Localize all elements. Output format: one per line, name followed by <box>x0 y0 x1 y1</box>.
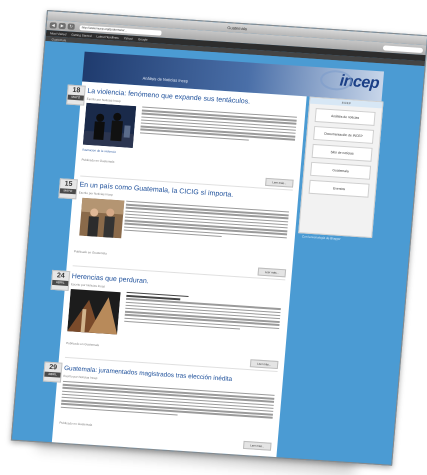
read-more-button[interactable]: Leer más... <box>249 359 279 370</box>
post-photo-icon <box>82 102 137 148</box>
bookmark-yahoo[interactable]: Yahoo! <box>124 36 134 41</box>
post-title[interactable]: La violencia: fenómeno que expande sus t… <box>87 88 250 106</box>
photo-caption[interactable]: Ilustración de la violencia <box>82 148 116 154</box>
post-photo-icon <box>79 197 125 239</box>
read-more-button[interactable]: Leer más... <box>257 267 287 278</box>
sidebar-item-documentacion[interactable]: Documentación de INCEP <box>313 125 375 144</box>
search-box[interactable] <box>382 44 424 53</box>
browser-window: Guatemala ◀ ▶ ↻ http://www.incep.org/gua… <box>10 10 427 466</box>
sidebar-item-guatemala[interactable]: Guatemala <box>310 161 372 180</box>
post-month: MAYO <box>67 94 84 101</box>
post-date-badge: 18 MAYO <box>66 84 86 106</box>
back-button[interactable]: ◀ <box>49 22 57 29</box>
read-more-button[interactable]: Leer más... <box>265 177 294 188</box>
post-excerpt <box>124 291 281 334</box>
window-title: Guatemala <box>227 25 248 32</box>
sidebar-item-analisis[interactable]: Análisis de noticias <box>314 108 376 126</box>
post-excerpt <box>123 200 289 244</box>
post-footer: Publicado en Guatemala <box>73 249 107 256</box>
post-photo-icon <box>67 288 121 335</box>
blog-post: 24 ABRIL Herencias que perduran. Escrito… <box>50 269 291 376</box>
blog-post: 15 MAYO En un país como Guatemala, la CI… <box>58 178 298 284</box>
post-footer: Publicado en Guatemala <box>81 157 115 164</box>
post-excerpt <box>60 380 275 424</box>
post-date-badge: 15 MAYO <box>58 178 78 200</box>
post-meta: Escrito por Noticias Incep <box>63 373 98 381</box>
read-more-button[interactable]: Leer más... <box>242 440 272 451</box>
post-meta: Escrito por Noticias Incep <box>86 96 121 104</box>
screenshot-scene: Guatemala ◀ ▶ ↻ http://www.incep.org/gua… <box>0 0 427 475</box>
post-month: MAYO <box>59 188 77 195</box>
blog-name: Análisis de Noticias Incep <box>142 75 189 84</box>
back-arrow-icon: ◀ <box>51 22 56 28</box>
post-meta: Escrito por Noticias Incep <box>78 190 113 197</box>
blog-post: 18 MAYO La violencia: fenómeno que expan… <box>66 84 306 192</box>
post-month: ABRIL <box>52 279 69 286</box>
post-meta: Escrito por Noticias Incep <box>70 282 106 289</box>
forward-arrow-icon: ▶ <box>60 22 64 29</box>
post-date-badge: 29 ABRIL <box>42 361 63 383</box>
incep-logo[interactable]: incep <box>319 69 380 94</box>
bookmark-google[interactable]: Google <box>138 37 148 42</box>
post-month: ABRIL <box>44 371 61 378</box>
forward-button[interactable]: ▶ <box>58 22 66 30</box>
sidebar-item-noticias[interactable]: Sitio de noticias <box>311 143 373 162</box>
post-date-badge: 24 ABRIL <box>50 269 71 292</box>
reload-button[interactable]: ↻ <box>67 23 75 30</box>
sidebar-item-eventos[interactable]: Eventos <box>308 179 370 198</box>
posts-column: 18 MAYO La violencia: fenómeno que expan… <box>42 81 307 466</box>
post-excerpt <box>140 106 297 146</box>
sidebar: INCEP Análisis de noticias Documentación… <box>298 96 384 239</box>
post-footer: Publicado en Guatemala <box>66 340 100 348</box>
page-viewport: Análisis de Noticias Incep incep 18 MAYO… <box>11 40 425 466</box>
reload-icon: ↻ <box>69 23 74 29</box>
post-footer: Publicado en Guatemala <box>59 420 93 427</box>
